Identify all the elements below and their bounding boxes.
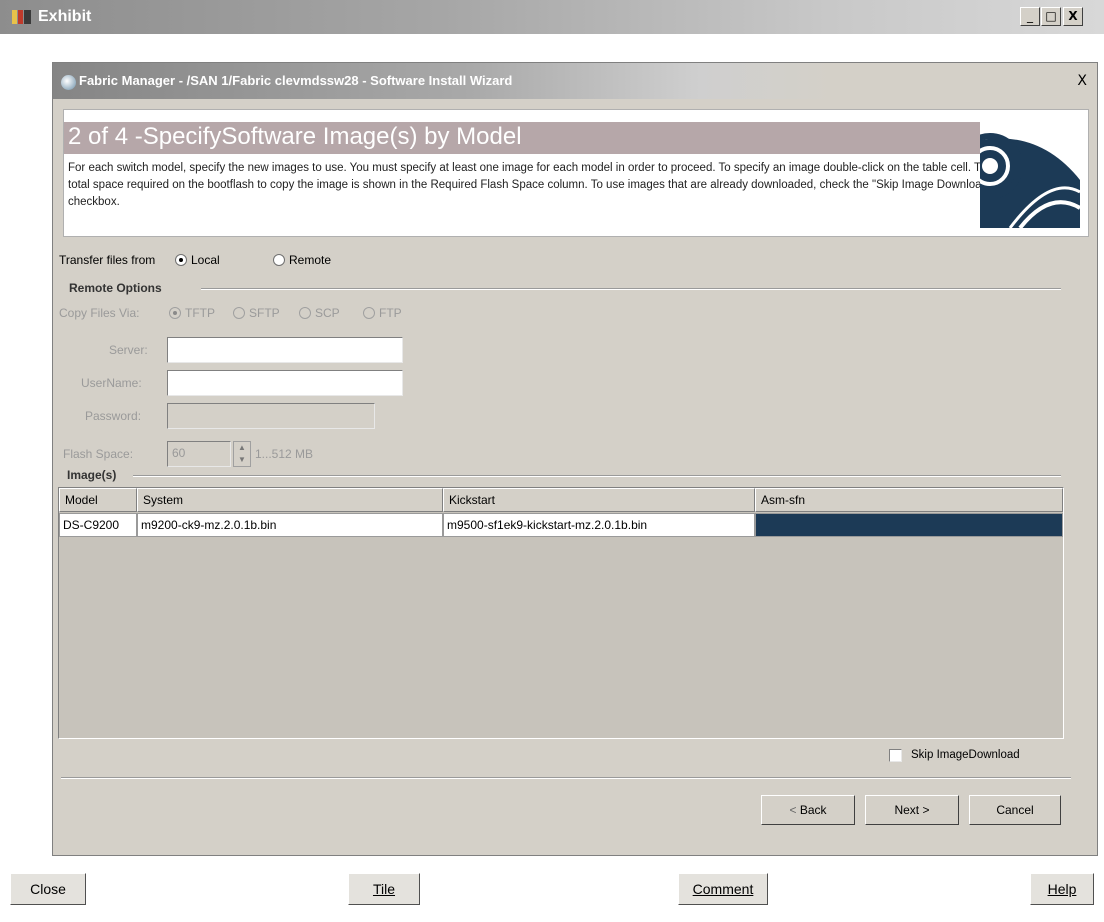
tftp-label: TFTP [185, 306, 215, 320]
maximize-button[interactable]: □ [1041, 7, 1061, 26]
next-label: Next [894, 803, 920, 817]
images-divider [133, 475, 1061, 477]
ftp-label: FTP [379, 306, 402, 320]
col-kickstart-header[interactable]: Kickstart [443, 488, 755, 512]
cell-system[interactable]: m9200-ck9-mz.2.0.1b.bin [137, 513, 443, 537]
wizard-logo-icon: ,' [980, 120, 1080, 228]
col-asm-sfn-header[interactable]: Asm-sfn [755, 488, 1063, 512]
exhibit-title-bar: Exhibit _ □ X [0, 0, 1104, 34]
wizard-step-heading: 2 of 4 -SpecifySoftware Image(s) by Mode… [68, 123, 522, 150]
username-label: UserName: [81, 376, 142, 390]
remote-radio-label: Remote [289, 253, 332, 267]
wizard-description: For each switch model, specify the new i… [68, 162, 994, 208]
minimize-button[interactable]: _ [1020, 7, 1040, 26]
comment-label: Comment [692, 881, 754, 897]
exhibit-app-icon [12, 10, 31, 24]
server-input[interactable] [167, 337, 403, 363]
help-label: Help [1047, 881, 1077, 897]
local-radio-label: Local [191, 253, 220, 267]
comment-button[interactable]: Comment [678, 873, 768, 905]
remote-options-title: Remote Options [69, 281, 162, 295]
flash-space-spinner[interactable]: ▲ ▼ [233, 441, 251, 467]
username-input[interactable] [167, 370, 403, 396]
password-input[interactable] [167, 403, 375, 429]
remote-options-divider [201, 288, 1061, 290]
dialog-close-button[interactable]: X [1077, 73, 1087, 89]
back-button[interactable]: < Back [761, 795, 855, 825]
tile-button[interactable]: Tile [348, 873, 420, 905]
fabric-manager-icon [61, 75, 76, 90]
sftp-label: SFTP [249, 306, 280, 320]
back-arrow-icon: < [789, 803, 797, 817]
server-label: Server: [109, 343, 148, 357]
cell-model[interactable]: DS-C9200 [59, 513, 137, 537]
back-label: Back [799, 803, 827, 817]
flash-space-input[interactable]: 60 [167, 441, 231, 467]
wizard-header: 2 of 4 -SpecifySoftware Image(s) by Mode… [63, 109, 1089, 237]
transfer-files-label: Transfer files from [59, 253, 156, 267]
flash-space-range: 1...512 MB [255, 447, 314, 461]
cancel-button[interactable]: Cancel [969, 795, 1061, 825]
skip-image-download-label: Skip ImageDownload [911, 749, 1020, 761]
remote-radio[interactable] [273, 254, 285, 266]
footer-separator [61, 777, 1071, 779]
dialog-title: Fabric Manager - /SAN 1/Fabric clevmdssw… [79, 73, 513, 88]
help-button[interactable]: Help [1030, 873, 1094, 905]
scp-radio[interactable] [299, 307, 311, 319]
cell-kickstart[interactable]: m9500-sf1ek9-kickstart-mz.2.0.1b.bin [443, 513, 755, 537]
software-install-wizard-dialog: Fabric Manager - /SAN 1/Fabric clevmdssw… [52, 62, 1098, 856]
next-arrow-icon: > [922, 803, 930, 817]
images-table-header: Model System Kickstart Asm-sfn [59, 488, 1063, 512]
tile-label: Tile [372, 881, 396, 897]
exhibit-title: Exhibit [38, 8, 92, 25]
svg-text:,': ,' [1058, 134, 1066, 150]
images-table[interactable]: Model System Kickstart Asm-sfn DS-C9200 … [58, 487, 1064, 739]
flash-space-label: Flash Space: [63, 447, 134, 461]
password-label: Password: [85, 409, 142, 423]
local-radio[interactable] [175, 254, 187, 266]
close-button[interactable]: Close [10, 873, 86, 905]
skip-image-download-checkbox[interactable] [889, 749, 902, 762]
copy-via-label: Copy Files Via: [59, 306, 140, 320]
images-title: Image(s) [67, 468, 117, 482]
scp-label: SCP [315, 306, 340, 320]
close-window-button[interactable]: X [1063, 7, 1083, 26]
col-system-header[interactable]: System [137, 488, 443, 512]
col-model-header[interactable]: Model [59, 488, 137, 512]
dialog-title-bar: Fabric Manager - /SAN 1/Fabric clevmdssw… [53, 63, 1097, 99]
cell-asm-sfn[interactable] [755, 513, 1063, 537]
sftp-radio[interactable] [233, 307, 245, 319]
tftp-radio[interactable] [169, 307, 181, 319]
ftp-radio[interactable] [363, 307, 375, 319]
next-button[interactable]: Next > [865, 795, 959, 825]
